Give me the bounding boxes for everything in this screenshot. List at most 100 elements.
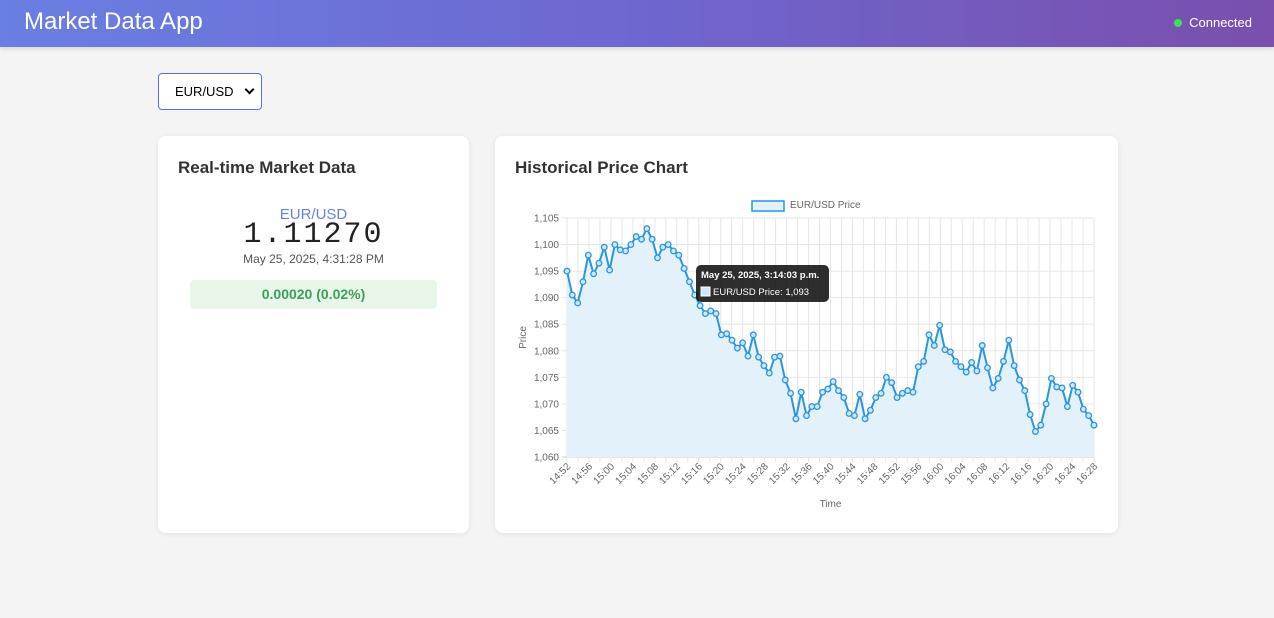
data-point [1037, 421, 1045, 429]
data-point [1026, 411, 1034, 418]
data-point [888, 379, 896, 387]
data-point [1085, 412, 1093, 420]
data-point [1042, 400, 1050, 408]
data-point [574, 299, 582, 307]
data-point [1010, 362, 1018, 370]
data-point [1016, 376, 1023, 384]
y-tick-label: 1,060 [534, 453, 559, 464]
y-tick-label: 1,085 [534, 320, 559, 331]
data-point [616, 246, 624, 254]
data-point [685, 278, 693, 286]
data-point [882, 373, 890, 381]
data-point [866, 406, 874, 414]
data-point [744, 352, 752, 360]
data-point [638, 235, 645, 243]
price-change-badge: 0.00020 (0.02%) [190, 280, 437, 309]
price-chart[interactable]: 1,060 1,065 1,070 1,075 1,080 1,085 1,090 1,095… [495, 136, 1118, 533]
data-point [787, 389, 795, 397]
data-point [595, 259, 603, 267]
x-tick-label: 15:44 [833, 461, 859, 487]
market-data-card: Real-time Market Data EUR/USD 1.11270 Ma… [158, 136, 469, 533]
data-point [648, 235, 656, 243]
data-point [936, 321, 944, 329]
x-tick-label: 15:56 [899, 461, 925, 487]
data-point [749, 331, 757, 339]
data-point [861, 415, 869, 423]
x-tick-label: 15:04 [614, 461, 640, 487]
y-tick-label: 1,065 [534, 426, 559, 437]
price-value: 1.11270 [243, 218, 384, 252]
data-point [670, 247, 677, 255]
x-tick-label: 16:28 [1075, 461, 1101, 487]
x-tick-label: 16:12 [987, 461, 1013, 487]
data-point [829, 378, 837, 386]
data-point [563, 267, 571, 275]
data-point [728, 336, 736, 344]
data-point [813, 403, 821, 410]
data-point [1005, 336, 1013, 344]
data-point [851, 412, 858, 420]
x-tick-label: 16:24 [1053, 461, 1079, 487]
y-tick-label: 1,095 [534, 267, 559, 278]
data-point [893, 394, 901, 401]
x-tick-label: 15:20 [701, 461, 727, 487]
data-point [781, 376, 789, 384]
data-point [914, 363, 922, 371]
data-point [984, 364, 991, 372]
data-point [611, 241, 619, 249]
price-timestamp: May 25, 2025, 4:31:28 PM [243, 252, 384, 266]
x-tick-label: 16:00 [921, 461, 947, 487]
y-tick-label: 1,100 [534, 240, 559, 251]
currency-pair-select[interactable]: EUR/USD [158, 73, 262, 110]
y-tick-label: 1,075 [534, 373, 559, 384]
data-point [776, 352, 784, 360]
x-tick-label: 16:08 [965, 461, 991, 487]
x-tick-label: 15:52 [877, 461, 903, 487]
historical-chart-card: Historical Price Chart 1,060 1,065 1,070 1,… [495, 136, 1118, 533]
currency-pair-value: EUR/USD [175, 84, 234, 99]
x-tick-label: 15:48 [855, 461, 881, 487]
data-point [712, 310, 720, 318]
data-point [1069, 381, 1077, 389]
x-tick-label: 15:12 [657, 461, 683, 487]
data-point [1053, 383, 1061, 391]
status-label: Connected [1189, 15, 1252, 30]
data-point [920, 357, 928, 365]
data-point [739, 339, 747, 347]
status-dot-icon [1174, 18, 1183, 27]
data-point [568, 291, 576, 299]
data-point [1074, 388, 1082, 396]
data-point [989, 384, 997, 392]
data-point [819, 388, 826, 396]
data-point [952, 357, 960, 365]
x-tick-label: 16:04 [943, 461, 969, 487]
data-point [664, 241, 672, 249]
data-point [680, 265, 688, 272]
data-point [733, 344, 741, 352]
x-tick-label: 14:56 [570, 461, 596, 487]
x-tick-label: 15:32 [767, 461, 793, 487]
data-point [835, 387, 842, 395]
market-card-title: Real-time Market Data [178, 158, 356, 177]
data-point [600, 243, 608, 251]
data-point [957, 363, 965, 371]
data-point [1058, 384, 1066, 392]
data-point [792, 415, 800, 423]
app-header: Market Data App Connected [0, 0, 1274, 47]
connection-status: Connected [1174, 15, 1252, 30]
data-point [872, 394, 880, 401]
data-point [909, 388, 917, 396]
data-point [824, 385, 832, 393]
data-point [1000, 357, 1007, 365]
data-point [627, 241, 635, 249]
data-point [797, 388, 805, 396]
data-point [877, 389, 885, 397]
data-point [1079, 405, 1087, 413]
data-point [760, 362, 768, 370]
x-tick-label: 15:40 [811, 461, 837, 487]
x-tick-label: 15:16 [679, 461, 705, 487]
y-tick-label: 1,070 [534, 399, 559, 410]
data-point [803, 412, 810, 420]
tooltip-label: EUR/USD Price: 1,093 [713, 287, 809, 298]
data-point [606, 266, 614, 274]
